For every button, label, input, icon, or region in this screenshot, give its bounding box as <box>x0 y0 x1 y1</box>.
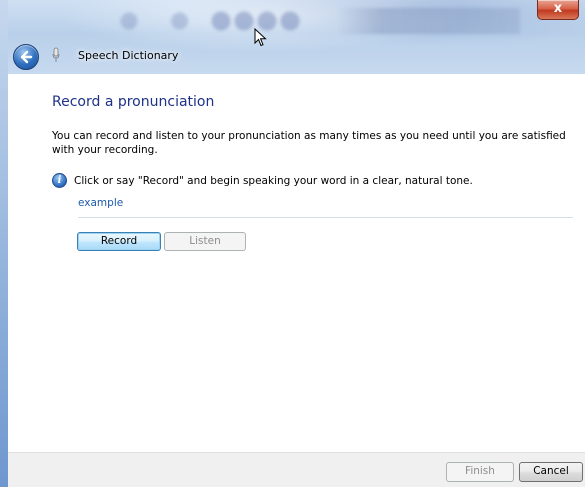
info-text: Click or say "Record" and begin speaking… <box>74 174 473 187</box>
glass-background <box>60 8 520 34</box>
wizard-footer: Finish Cancel <box>8 452 585 487</box>
listen-button[interactable]: Listen <box>164 232 246 251</box>
close-button[interactable]: x <box>537 0 579 20</box>
speech-dictionary-window: x Speech Dictionary Record a pronunciati… <box>0 0 585 487</box>
finish-button[interactable]: Finish <box>446 462 514 482</box>
page-description: You can record and listen to your pronun… <box>52 130 566 156</box>
divider <box>78 217 573 218</box>
window-title: Speech Dictionary <box>78 49 179 62</box>
page-title: Record a pronunciation <box>52 94 215 110</box>
mouse-pointer-icon <box>254 28 267 47</box>
back-button[interactable] <box>13 44 39 70</box>
info-message: i Click or say "Record" and begin speaki… <box>52 173 473 188</box>
info-icon: i <box>52 173 67 188</box>
cancel-button[interactable]: Cancel <box>519 462 583 482</box>
wizard-content: Record a pronunciation You can record an… <box>8 74 585 452</box>
record-button[interactable]: Record <box>77 232 161 251</box>
back-arrow-icon <box>20 50 33 64</box>
microphone-icon <box>52 47 60 62</box>
title-bar <box>0 0 585 74</box>
word-link[interactable]: example <box>78 197 123 209</box>
window-left-border <box>0 0 8 487</box>
